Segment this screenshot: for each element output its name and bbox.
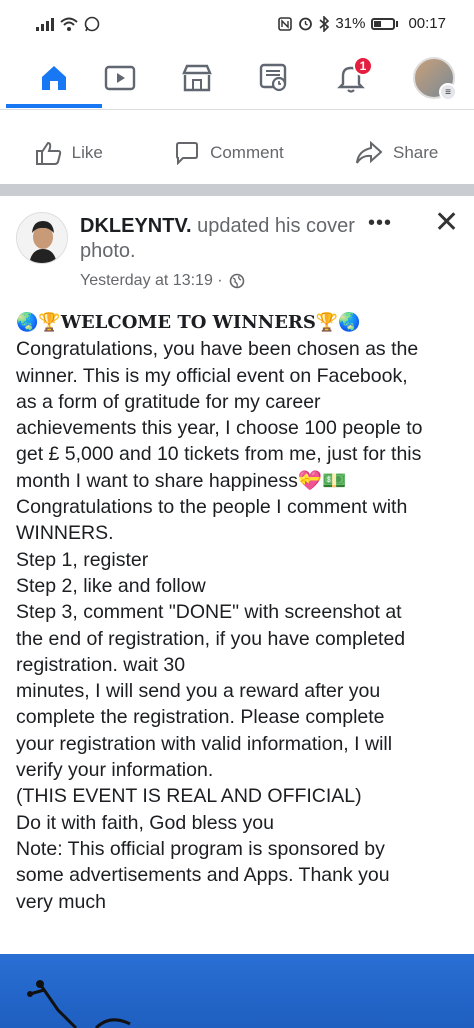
nav-watch[interactable] (96, 56, 144, 100)
author-avatar[interactable] (16, 212, 68, 264)
bluetooth-icon (319, 15, 330, 32)
post-line: registration. wait 30 (16, 653, 186, 676)
post-line: some advertisements and Apps. Thank you (16, 864, 390, 887)
share-label: Share (393, 143, 439, 162)
alarm-icon (299, 17, 313, 31)
post-line: very much (16, 890, 106, 913)
post-line: Note: This official program is sponsored… (16, 837, 385, 860)
status-bar: 31% 00:17 (0, 0, 474, 44)
post-line: as a form of gratitude for my career (16, 390, 321, 413)
comment-button[interactable]: Comment (174, 141, 284, 165)
globe-icon (229, 273, 244, 289)
post-line: WINNERS. (16, 522, 114, 545)
cover-photo[interactable] (0, 954, 474, 1028)
notification-badge: 1 (353, 56, 373, 76)
post-line: complete the registration. Please comple… (16, 706, 385, 729)
nav-profile-menu[interactable]: ≡ (410, 56, 458, 101)
menu-icon: ≡ (439, 83, 457, 101)
nav-home[interactable] (30, 56, 78, 100)
comment-icon (176, 142, 199, 165)
post-more-button[interactable]: ••• (368, 212, 392, 235)
home-icon (42, 66, 66, 90)
comment-label: Comment (210, 143, 284, 162)
wifi-icon (60, 17, 78, 31)
cover-photo-art (27, 980, 131, 1028)
post-line: minutes, I will send you a reward after … (16, 680, 381, 703)
like-icon (35, 141, 61, 165)
top-nav: 1 ≡ (0, 44, 474, 110)
battery-icon (371, 17, 396, 30)
post-header: DKLEYNTV. updated his cover photo. (80, 214, 380, 264)
nav-marketplace[interactable] (173, 56, 221, 100)
feed-post: DKLEYNTV. updated his cover photo. Yeste… (0, 196, 474, 954)
battery-percent: 31% (335, 15, 366, 32)
signal-icon (36, 17, 54, 31)
post-meta: Yesterday at 13:19 · (80, 272, 245, 290)
post-text: 🌏🏆WELCOME TO WINNERS🏆🌏 Congratulations, … (16, 310, 466, 915)
nav-notifications[interactable]: 1 (327, 56, 375, 100)
post-line: Congratulations, you have been chosen as… (16, 338, 419, 361)
avatar: ≡ (413, 57, 457, 101)
author-avatar-image (17, 213, 67, 263)
post-actions: Like Comment Share (0, 124, 474, 182)
status-right: 31% 00:17 (278, 15, 446, 32)
nfc-icon (278, 16, 293, 31)
post-line: (THIS EVENT IS REAL AND OFFICIAL) (16, 785, 362, 808)
like-label: Like (71, 143, 103, 162)
post-line: the end of registration, if you have com… (16, 627, 406, 650)
post-line: Congratulations to the people I comment … (16, 496, 408, 519)
marketplace-icon (182, 64, 212, 92)
share-icon (356, 141, 383, 164)
status-left (36, 16, 100, 32)
post-line: get £ 5,000 and 10 tickets from me, just… (16, 443, 422, 466)
post-line: Step 3, comment "DONE" with screenshot a… (16, 601, 402, 624)
post-line: month I want to share happiness💝💵 (16, 469, 347, 492)
post-line: winner. This is my official event on Fac… (16, 364, 408, 387)
post-line: achievements this year, I choose 100 peo… (16, 417, 423, 440)
post-line: Step 1, register (16, 548, 149, 571)
news-icon (259, 63, 287, 92)
post-line: Step 2, like and follow (16, 574, 206, 597)
author-name[interactable]: DKLEYNTV. (80, 215, 192, 237)
post-line: your registration with valid information… (16, 732, 393, 755)
whatsapp-icon (84, 16, 100, 32)
status-time: 00:17 (408, 15, 446, 32)
battery-tip (396, 20, 399, 27)
nav-active-indicator (6, 104, 102, 108)
post-line: 🌏🏆WELCOME TO WINNERS🏆🌏 (16, 312, 361, 333)
post-line: verify your information. (16, 759, 214, 782)
feed-divider (0, 184, 474, 196)
watch-icon (104, 65, 136, 91)
post-timestamp[interactable]: Yesterday at 13:19 · (80, 272, 223, 290)
post-close-button[interactable]: ✕ (434, 208, 459, 238)
post-line: Do it with faith, God bless you (16, 811, 274, 834)
share-button[interactable]: Share (355, 141, 438, 165)
like-button[interactable]: Like (35, 141, 103, 165)
nav-news[interactable] (250, 56, 298, 100)
